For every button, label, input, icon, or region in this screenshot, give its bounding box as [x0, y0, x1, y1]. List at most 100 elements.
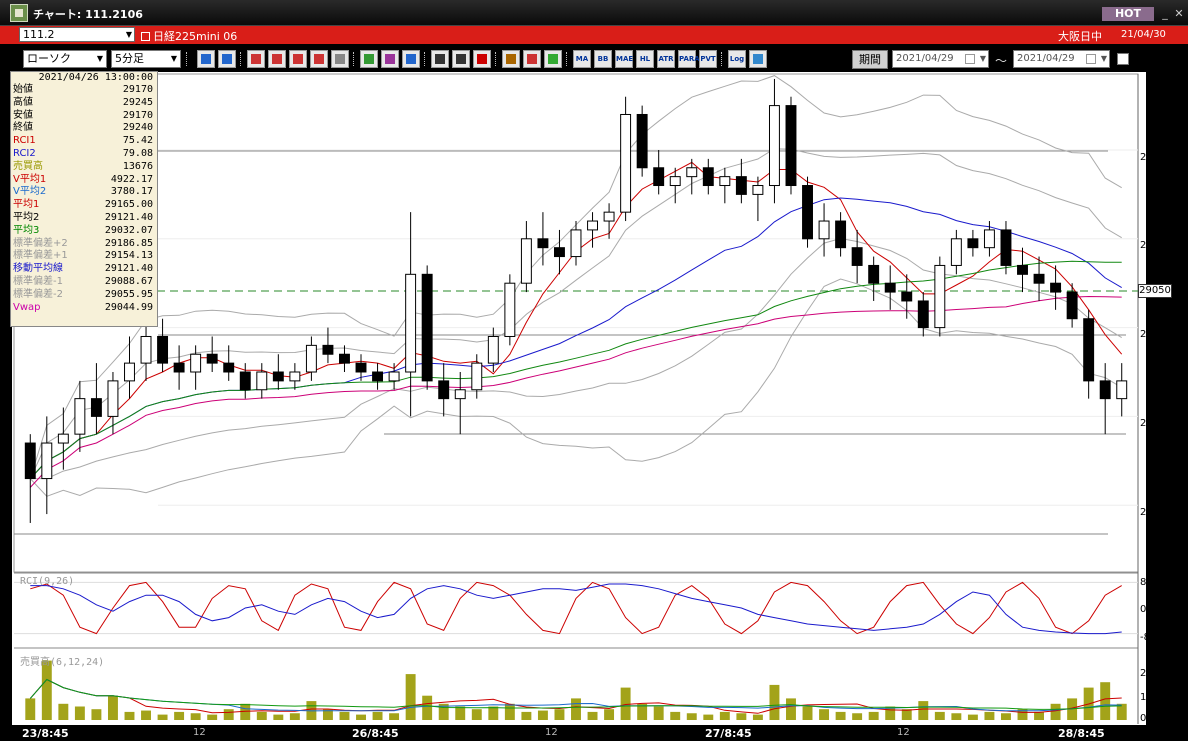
candle-body	[57, 433, 69, 444]
candle-body	[124, 362, 135, 382]
candle-body	[917, 300, 929, 329]
candle-body	[587, 220, 598, 231]
candle-body	[752, 185, 764, 195]
volume-bar	[107, 695, 118, 720]
info-row: 売買高 13676	[11, 161, 157, 174]
candle-body	[74, 398, 86, 435]
volume-bar	[1100, 682, 1111, 720]
time-axis: 23/8:45 12 26/8:45 12 27/8:45 12 28/8:45	[0, 725, 1188, 741]
info-label: 終値	[13, 122, 33, 134]
info-label: 始値	[13, 84, 33, 95]
chart-svg[interactable]	[0, 0, 1188, 741]
volume-bar	[25, 698, 36, 720]
volume-bar	[786, 698, 796, 720]
volume-label: 10000	[1140, 692, 1172, 703]
info-row: V平均1 4922.17	[11, 174, 157, 187]
vwap-line	[29, 295, 1122, 488]
candle-body	[1050, 282, 1062, 293]
candle-body	[835, 220, 847, 249]
candle-body	[818, 220, 830, 240]
info-label: Vwap	[13, 301, 41, 313]
info-label: 安値	[13, 109, 33, 121]
volume-bar	[554, 709, 565, 720]
candle-body	[140, 335, 152, 364]
candle-body	[438, 380, 450, 400]
info-row: RCI2 79.08	[11, 148, 157, 161]
candle-body	[686, 167, 698, 178]
info-row: 移動平均線 29121.40	[11, 263, 157, 276]
candle-body	[190, 353, 202, 373]
price-label: 28800	[1140, 507, 1172, 518]
candle-body	[851, 247, 863, 266]
volume-bar	[686, 713, 697, 720]
time-label: 12	[193, 727, 206, 738]
volume-bar	[537, 710, 548, 720]
candle-body	[454, 389, 466, 400]
candle-body	[1083, 318, 1095, 382]
volume-bar	[356, 714, 366, 720]
ohlc-info-panel: 2021/04/26 13:00:00 始値 29170 高値 29245 安値 2917…	[10, 71, 158, 327]
candle-body	[339, 353, 350, 364]
candle-body	[1000, 229, 1012, 266]
info-row: 標準偏差+1 29154.13	[11, 250, 157, 263]
candle-body	[256, 371, 268, 391]
info-row: 標準偏差-1 29088.67	[11, 276, 157, 289]
rci-panel-title: RCI(9,26)	[20, 576, 75, 587]
volume-bar	[951, 713, 962, 720]
candle-body	[570, 229, 582, 258]
info-row: Vwap 29044.99	[11, 302, 157, 315]
candle-body	[669, 176, 681, 187]
volume-bar	[91, 709, 102, 720]
candle-body	[537, 238, 549, 249]
volume-bar	[736, 713, 747, 720]
candle-body	[950, 238, 962, 266]
candle-body	[603, 211, 615, 222]
info-row: 高値 29245	[11, 97, 157, 110]
candle-body	[554, 247, 565, 258]
volume-bar	[41, 660, 52, 720]
candle-body	[802, 185, 813, 240]
volume-bar	[769, 684, 780, 720]
candle-body	[934, 264, 946, 329]
volume-bar	[389, 713, 400, 720]
info-row: 始値 29170	[11, 84, 157, 97]
volume-bar	[934, 711, 945, 720]
volume-bar	[967, 714, 978, 720]
info-value: 4922.17	[110, 173, 153, 185]
rci-label: 0.00	[1140, 604, 1163, 615]
price-label: 28900	[1140, 418, 1172, 429]
candle-body	[388, 371, 400, 382]
info-value: 29154.13	[104, 250, 153, 262]
candle-body	[487, 335, 499, 364]
candle-body	[322, 344, 334, 355]
candle-body	[967, 238, 979, 249]
ma1-line	[29, 161, 1123, 479]
info-value: 29121.40	[104, 211, 153, 223]
volume-bar	[207, 714, 218, 720]
time-label: 12	[897, 727, 910, 738]
info-label: 標準偏差+2	[13, 237, 68, 249]
info-row: V平均2 3780.17	[11, 186, 157, 199]
volume-bar	[141, 710, 151, 720]
info-row: 平均3 29032.07	[11, 225, 157, 238]
info-row: 安値 29170	[11, 110, 157, 123]
volume-bar	[984, 711, 995, 720]
info-value: 3780.17	[110, 186, 153, 198]
info-datetime: 2021/04/26 13:00:00	[38, 72, 153, 83]
candle-body	[157, 335, 169, 364]
info-label: 移動平均線	[13, 263, 63, 275]
candle-body	[305, 344, 317, 373]
time-label: 27/8:45	[705, 727, 752, 740]
volume-bar	[653, 706, 664, 720]
bollinger-band	[29, 148, 1122, 479]
volume-bar	[339, 711, 350, 720]
volume-bar	[852, 713, 863, 720]
candle-body	[289, 371, 301, 382]
candle-body	[107, 380, 119, 417]
candle-body	[41, 442, 53, 480]
candle-body	[868, 264, 880, 284]
candle-body	[504, 282, 516, 337]
candle-body	[1017, 264, 1028, 275]
candle-body	[1033, 273, 1045, 284]
info-label: 高値	[13, 96, 33, 108]
